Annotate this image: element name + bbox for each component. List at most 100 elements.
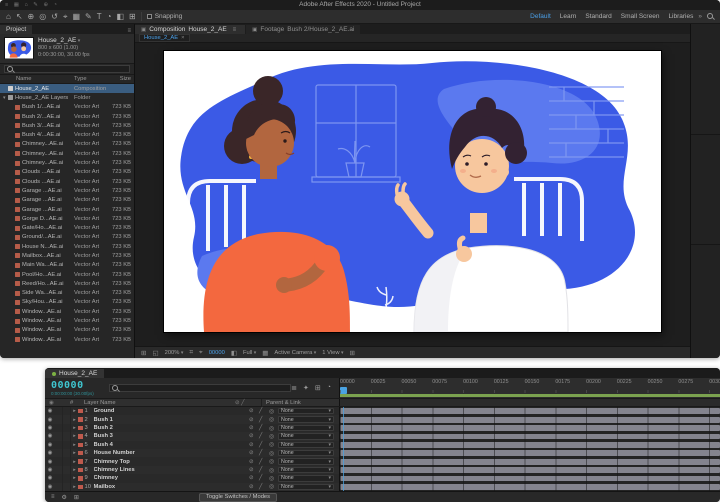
project-item-row[interactable]: Mailbox...AE.ai Vector Art 723 KB	[0, 251, 134, 260]
tab-project[interactable]: Project	[0, 25, 32, 34]
twirl-icon[interactable]: ▸	[71, 475, 78, 481]
parent-link-header[interactable]: Parent & Link	[261, 399, 339, 406]
current-frame-number[interactable]: 00000	[51, 380, 109, 391]
project-item-row[interactable]: Clouds ...AE.ai Vector Art 723 KB	[0, 177, 134, 186]
column-type[interactable]: Type	[74, 76, 108, 82]
project-item-row[interactable]: House N...AE.ai Vector Art 723 KB	[0, 242, 134, 251]
project-item-row[interactable]: Bush 1/...AE.ai Vector Art 723 KB	[0, 103, 134, 112]
project-item-row[interactable]: Bush 3/...AE.ai Vector Art 723 KB	[0, 121, 134, 130]
audio-toggle-cell[interactable]	[55, 407, 63, 415]
parent-select[interactable]: None	[278, 442, 334, 449]
audio-toggle-cell[interactable]	[55, 432, 63, 440]
project-item-row[interactable]: Garage ...AE.ai Vector Art 723 KB	[0, 205, 134, 214]
hand[interactable]: ⊕	[28, 10, 35, 23]
timeline-search-input[interactable]	[109, 384, 291, 392]
label-color-chip[interactable]	[78, 443, 83, 448]
layer-duration-bar[interactable]	[340, 467, 720, 473]
quality-switch-icon[interactable]: ╱	[259, 459, 269, 465]
pickwhip-icon[interactable]	[269, 450, 278, 457]
layer-name[interactable]: Bush 1	[94, 417, 250, 423]
layer-duration-bar[interactable]	[340, 408, 720, 414]
eye-icon[interactable]	[45, 450, 55, 456]
quality-switch-icon[interactable]: ╱	[259, 442, 269, 448]
parent-select[interactable]: None	[278, 475, 334, 482]
layer-name[interactable]: Chimney	[94, 475, 250, 481]
twirl-icon[interactable]: ▸	[71, 417, 78, 423]
shy-switch-icon[interactable]: ⊘	[249, 433, 259, 439]
twirl-icon[interactable]: ▸	[71, 433, 78, 439]
layer-duration-bar[interactable]	[340, 484, 720, 490]
eye-icon[interactable]	[45, 467, 55, 473]
pickwhip-icon[interactable]	[269, 433, 278, 440]
pixel-aspect-icon[interactable]: ⊞	[350, 349, 355, 357]
audio-toggle-cell[interactable]	[55, 457, 63, 465]
label-color-chip[interactable]	[78, 476, 83, 481]
workspace-item[interactable]: Standard	[585, 13, 611, 20]
twirl-icon[interactable]: ▸	[71, 442, 78, 448]
project-item-row[interactable]: Chimney...AE.ai Vector Art 723 KB	[0, 158, 134, 167]
work-area-bar[interactable]	[340, 394, 720, 397]
current-frame[interactable]: 00000	[209, 350, 225, 356]
pickwhip-icon[interactable]	[269, 475, 278, 482]
draft-3d[interactable]: ✦	[303, 384, 309, 392]
resolution-select[interactable]: Full	[243, 350, 256, 356]
workspace-item[interactable]: Default	[530, 13, 551, 20]
twirl-icon[interactable]: ▸	[71, 467, 78, 473]
eye-icon[interactable]	[45, 459, 55, 465]
layer-row[interactable]: ▸ 6 House Number ⊘ ╱ None	[45, 449, 339, 457]
layer-duration-bar[interactable]	[340, 442, 720, 448]
project-item-row[interactable]: Chimney...AE.ai Vector Art 723 KB	[0, 140, 134, 149]
shy-switch-icon[interactable]: ⊘	[249, 417, 259, 423]
parent-select[interactable]: None	[278, 433, 334, 440]
shy-switch-icon[interactable]: ⊘	[249, 484, 259, 490]
shy-switch-icon[interactable]: ⊘	[249, 459, 259, 465]
quality-switch-icon[interactable]: ╱	[259, 450, 269, 456]
tab-footage[interactable]: ▣ Footage Bush 2/House_2_AE.ai	[246, 25, 360, 34]
column-size[interactable]: Size	[108, 76, 134, 82]
project-item-row[interactable]: Main Wa...AE.ai Vector Art 723 KB	[0, 261, 134, 270]
parent-select[interactable]: None	[278, 450, 334, 457]
tab-composition[interactable]: ▣ Composition House_2_AE ≡	[135, 25, 245, 34]
label-color-chip[interactable]	[78, 426, 83, 431]
eye-icon[interactable]	[45, 417, 55, 423]
selection[interactable]: ↖	[16, 10, 23, 23]
workspace-search-icon[interactable]	[707, 13, 714, 20]
quality-switch-icon[interactable]: ╱	[259, 433, 269, 439]
audio-toggle-cell[interactable]	[55, 483, 63, 491]
label-color-chip[interactable]	[78, 468, 83, 473]
parent-select[interactable]: None	[278, 416, 334, 423]
clone-stamp[interactable]: ◧	[116, 10, 124, 23]
layer-name[interactable]: Bush 2	[94, 425, 250, 431]
audio-toggle-cell[interactable]	[55, 424, 63, 432]
lock-toggle-cell[interactable]	[63, 474, 71, 482]
timeline-graph[interactable]	[340, 407, 720, 491]
orbit[interactable]: ↺	[51, 10, 58, 23]
layer-name-header[interactable]: Layer Name	[84, 400, 235, 406]
pan-behind[interactable]: ⌖	[63, 10, 68, 23]
pickwhip-icon[interactable]	[269, 416, 278, 423]
panel-menu-icon[interactable]: ≡	[230, 27, 240, 33]
project-search-input[interactable]	[4, 65, 130, 73]
layer-duration-bar[interactable]	[340, 434, 720, 440]
lock-toggle-cell[interactable]	[63, 441, 71, 449]
channels-icon[interactable]: ◱	[152, 349, 158, 357]
audio-toggle-cell[interactable]	[55, 415, 63, 423]
project-item-row[interactable]: Window...AE.ai Vector Art 723 KB	[0, 316, 134, 325]
quality-switch-icon[interactable]: ╱	[259, 484, 269, 490]
eye-icon[interactable]	[45, 408, 55, 414]
close-icon[interactable]: ×	[181, 35, 184, 42]
project-item-row[interactable]: Sky/Hou...AE.ai Vector Art 723 KB	[0, 298, 134, 307]
pickwhip-icon[interactable]	[269, 441, 278, 448]
pickwhip-icon[interactable]	[269, 483, 278, 490]
parent-select[interactable]: None	[278, 484, 334, 491]
view-layout-select[interactable]: 1 View	[322, 350, 343, 356]
puppet[interactable]: ⊞	[129, 10, 136, 23]
expand-icon[interactable]: ≡	[51, 494, 55, 501]
frame-blend[interactable]: ⊞	[315, 384, 321, 392]
fast-previews-icon[interactable]: ▦	[262, 349, 268, 357]
project-item-row[interactable]: Side Wa...AE.ai Vector Art 723 KB	[0, 289, 134, 298]
lock-toggle-cell[interactable]	[63, 432, 71, 440]
twirl-icon[interactable]: ▸	[71, 450, 78, 456]
shy-switch-icon[interactable]: ⊘	[249, 425, 259, 431]
timeline-tab[interactable]: House_2_AE	[45, 369, 104, 378]
